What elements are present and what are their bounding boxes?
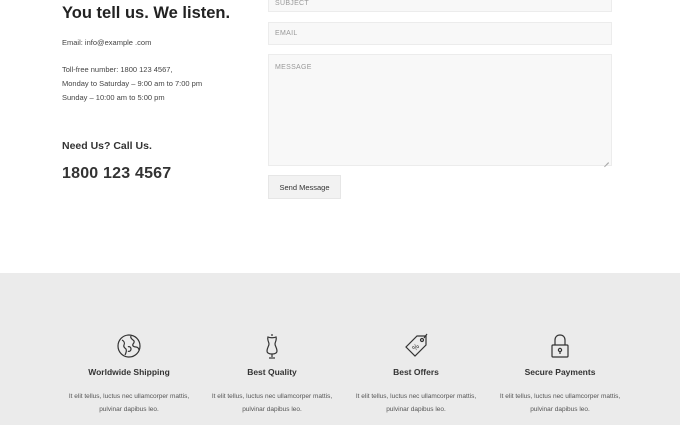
feature-title: Best Offers [393, 367, 439, 377]
lock-icon [551, 334, 569, 358]
contact-hours: Toll-free number: 1800 123 4567, Monday … [62, 63, 202, 105]
globe-icon [117, 334, 141, 358]
price-tag-icon: % [405, 333, 428, 357]
weekday-hours: Monday to Saturday – 9:00 am to 7:00 pm [62, 79, 203, 88]
subject-input[interactable]: SUBJECT [268, 0, 612, 12]
feature-description: It elit tellus, luctus nec ullamcorper m… [355, 393, 477, 413]
dress-form-icon [266, 334, 278, 359]
feature-description: It elit tellus, luctus nec ullamcorper m… [68, 393, 190, 413]
message-textarea[interactable]: MESSAGE [268, 54, 612, 166]
feature-title: Secure Payments [524, 367, 596, 377]
contact-headline: You tell us. We listen. [62, 4, 231, 22]
need-us-heading: Need Us? Call Us. [62, 140, 152, 152]
features-section: Worldwide Shipping It elit tellus, luctu… [0, 273, 680, 425]
message-placeholder: MESSAGE [275, 64, 312, 71]
sunday-hours: Sunday – 10:00 am to 5:00 pm [62, 93, 165, 102]
tollfree-number: Toll-free number: 1800 123 4567, [62, 65, 173, 74]
send-message-button[interactable]: Send Message [268, 175, 341, 199]
resize-handle-icon[interactable] [603, 157, 610, 164]
contact-email: Email: info@example .com [62, 38, 152, 47]
email-input[interactable]: EMAIL [268, 22, 612, 45]
feature-title: Worldwide Shipping [88, 367, 170, 377]
contact-section: You tell us. We listen. Email: info@exam… [0, 0, 680, 273]
feature-description: It elit tellus, luctus nec ullamcorper m… [211, 393, 333, 413]
feature-title: Best Quality [247, 367, 297, 377]
feature-description: It elit tellus, luctus nec ullamcorper m… [499, 393, 621, 413]
contact-phone: 1800 123 4567 [62, 165, 172, 182]
